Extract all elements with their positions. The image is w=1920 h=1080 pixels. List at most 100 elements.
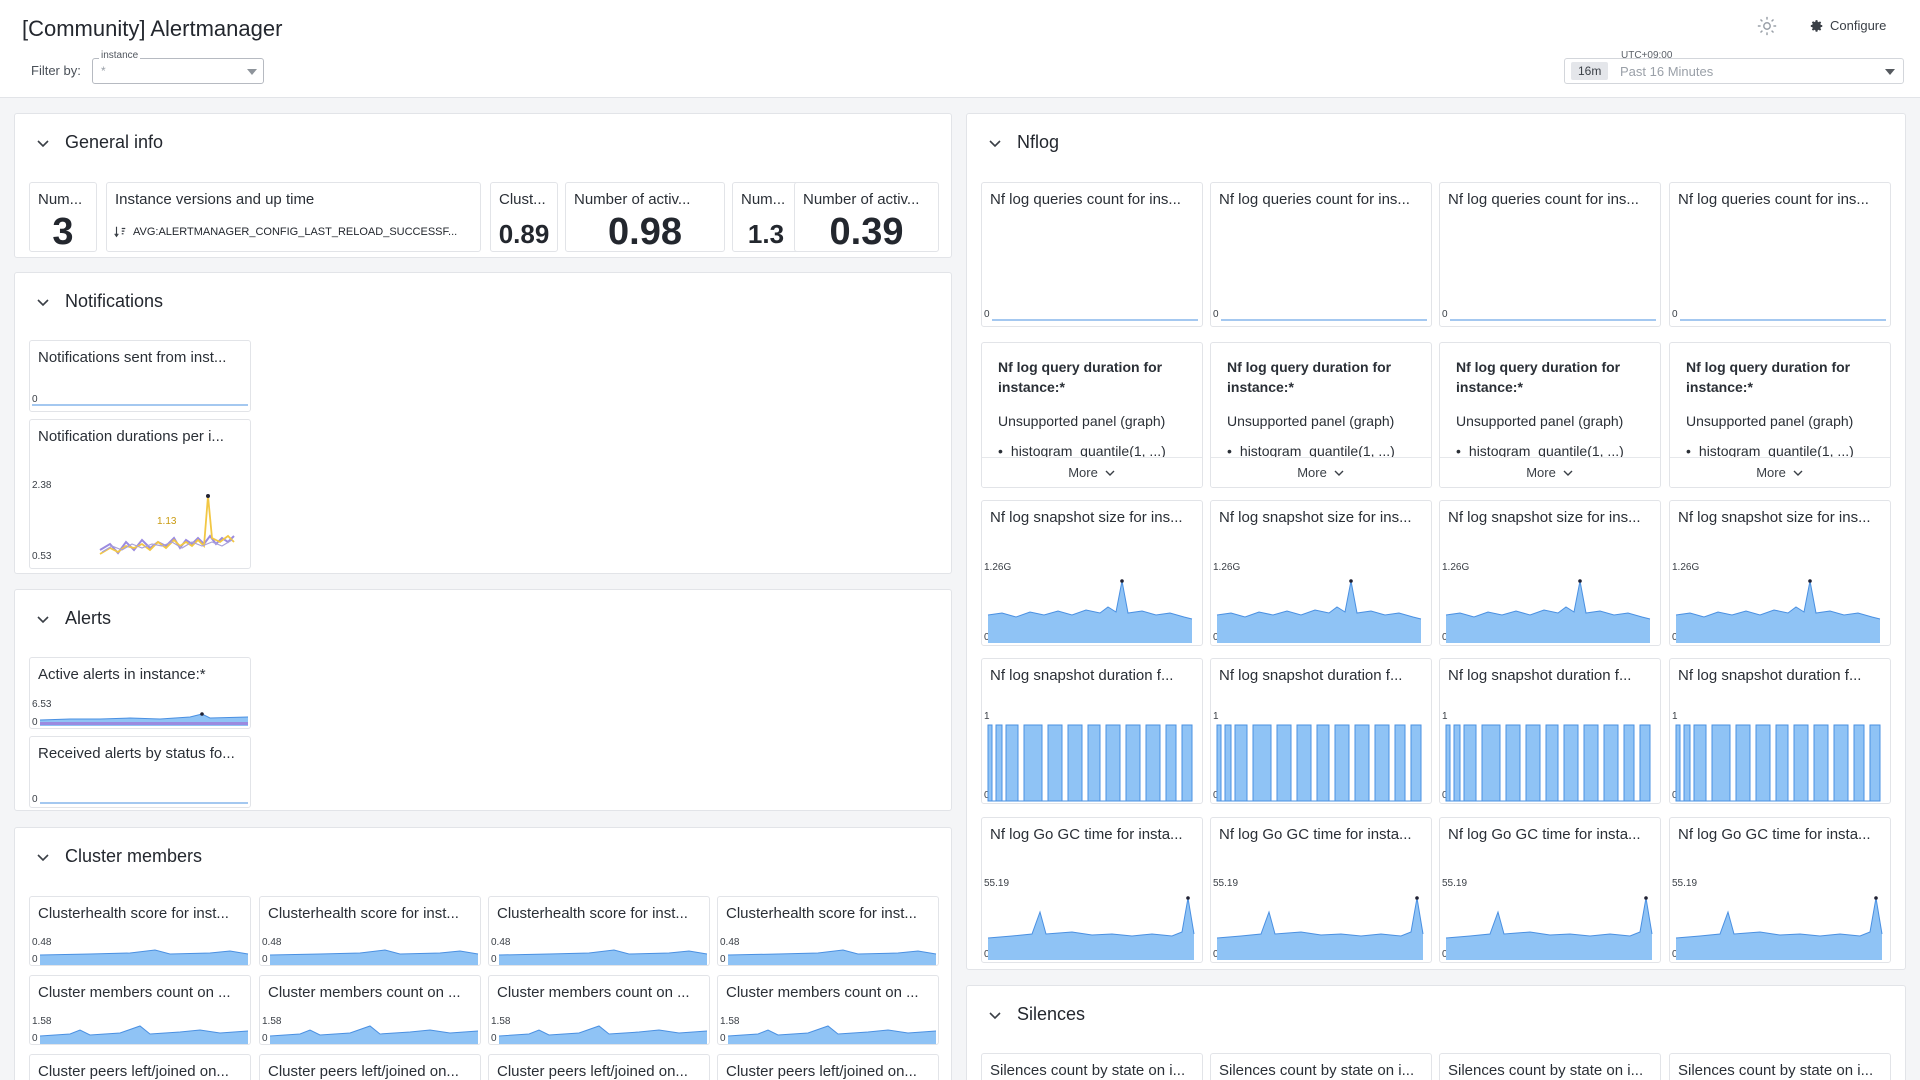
section-silences: Silences Silences count by state on i...…: [966, 985, 1906, 1080]
chart-tile[interactable]: Silences count by state on i...: [1439, 1053, 1661, 1080]
section-title: Cluster members: [65, 846, 203, 866]
chart-tile[interactable]: Active alerts in instance:* 6.53 0: [29, 657, 251, 729]
chart-tile[interactable]: Received alerts by status fo... 0: [29, 736, 251, 808]
unsupported-message: Unsupported panel (graph): [1227, 413, 1395, 429]
chart-tile[interactable]: Cluster peers left/joined on...: [29, 1054, 251, 1080]
chart-tile[interactable]: Notifications sent from inst... 0: [29, 340, 251, 412]
chart-tile[interactable]: Nf log snapshot size for ins... 1.26G 0: [1439, 500, 1661, 646]
chart-tile[interactable]: Cluster peers left/joined on...: [259, 1054, 481, 1080]
stat-tile[interactable]: Clust... 0.89: [490, 182, 558, 252]
stat-tile[interactable]: Number of activ... 0.98: [565, 182, 725, 252]
sort-icon: [114, 226, 126, 238]
chevron-down-icon: [37, 853, 49, 861]
chart-tile[interactable]: Nf log queries count for ins... 0: [1439, 182, 1661, 327]
more-button[interactable]: More: [982, 457, 1202, 487]
chart-tile[interactable]: Silences count by state on i...: [1210, 1053, 1432, 1080]
chart-tile[interactable]: Clusterhealth score for inst... 0.48 0: [488, 896, 710, 966]
unsupported-panel[interactable]: Nf log query duration for instance:* Uns…: [1669, 342, 1891, 488]
instance-filter-select[interactable]: instance *: [92, 50, 264, 84]
flat-line-chart: [1680, 319, 1886, 321]
chart-tile[interactable]: Nf log snapshot duration f... 1 0: [1439, 658, 1661, 804]
chart-tile[interactable]: Clusterhealth score for inst... 0.48 0: [29, 896, 251, 966]
chart-tile[interactable]: Notification durations per i... 2.38 0.5…: [29, 419, 251, 569]
tile-title: Nf log queries count for ins...: [1678, 191, 1869, 208]
area-chart: [498, 949, 708, 965]
tile-title: Cluster peers left/joined on...: [726, 1063, 917, 1080]
section-alerts: Alerts Active alerts in instance:* 6.53 …: [14, 589, 952, 811]
tile-title: Num...: [38, 191, 83, 208]
section-header[interactable]: Silences: [987, 1004, 1085, 1025]
area-chart: [498, 1025, 708, 1044]
more-label: More: [1756, 465, 1786, 480]
chart-tile[interactable]: Cluster members count on ... 1.58 0: [717, 975, 939, 1045]
square-wave-chart: [1216, 724, 1422, 802]
section-header[interactable]: Cluster members: [35, 846, 202, 867]
chart-tile[interactable]: Nf log snapshot size for ins... 1.26G 0: [1669, 500, 1891, 646]
more-button[interactable]: More: [1440, 457, 1660, 487]
section-header[interactable]: Alerts: [35, 608, 111, 629]
chart-tile[interactable]: Nf log snapshot size for ins... 1.26G 0: [1210, 500, 1432, 646]
tile-title: Cluster peers left/joined on...: [497, 1063, 688, 1080]
chart-tile[interactable]: Nf log snapshot duration f... 1 0: [1669, 658, 1891, 804]
flat-line-chart: [992, 319, 1198, 321]
chart-tile[interactable]: Nf log queries count for ins... 0: [981, 182, 1203, 327]
stat-tile[interactable]: Num... 3: [29, 182, 97, 252]
chart-tile[interactable]: Cluster peers left/joined on...: [717, 1054, 939, 1080]
chart-tile[interactable]: Cluster members count on ... 1.58 0: [29, 975, 251, 1045]
tile-title: Nf log snapshot duration f...: [1678, 667, 1862, 684]
chart-tile[interactable]: Clusterhealth score for inst... 0.48 0: [259, 896, 481, 966]
chart-tile[interactable]: Nf log Go GC time for insta... 55.19 0: [1669, 817, 1891, 963]
chart-tile[interactable]: Nf log queries count for ins... 0: [1210, 182, 1432, 327]
more-button[interactable]: More: [1670, 457, 1890, 487]
configure-label: Configure: [1830, 18, 1887, 33]
tile-title: Clusterhealth score for inst...: [726, 905, 917, 922]
tile-title: Nf log query duration for instance:*: [1686, 359, 1851, 395]
settings-icon[interactable]: [1756, 15, 1778, 37]
area-chart: [269, 949, 479, 965]
area-chart: [727, 949, 937, 965]
tile-title: Num...: [741, 191, 786, 208]
chart-tile[interactable]: Nf log Go GC time for insta... 55.19 0: [1210, 817, 1432, 963]
time-chip: 16m: [1571, 62, 1609, 80]
section-title: Alerts: [65, 608, 112, 628]
chart-tile[interactable]: Nf log queries count for ins... 0: [1669, 182, 1891, 327]
tile-title: Nf log snapshot duration f...: [990, 667, 1174, 684]
more-button[interactable]: More: [1211, 457, 1431, 487]
area-chart: [39, 949, 249, 965]
table-header-cell[interactable]: AVG:ALERTMANAGER_CONFIG_LAST_RELOAD_SUCC…: [113, 225, 474, 239]
section-header[interactable]: Nflog: [987, 132, 1059, 153]
versions-tile[interactable]: Instance versions and up time AVG:ALERTM…: [106, 182, 481, 252]
section-header[interactable]: Notifications: [35, 291, 163, 312]
chart-tile[interactable]: Nf log Go GC time for insta... 55.19 0: [981, 817, 1203, 963]
unsupported-panel[interactable]: Nf log query duration for instance:* Uns…: [981, 342, 1203, 488]
caret-down-icon: [247, 69, 257, 75]
stat-tile[interactable]: Number of activ... 0.39: [794, 182, 939, 252]
chart-tile[interactable]: Cluster peers left/joined on...: [488, 1054, 710, 1080]
area-chart: [727, 1025, 937, 1044]
chart-tile[interactable]: Nf log snapshot duration f... 1 0: [981, 658, 1203, 804]
tile-title: Number of activ...: [574, 191, 691, 208]
section-title: Nflog: [1017, 132, 1060, 152]
chart-tile[interactable]: Nf log snapshot size for ins... 1.26G 0: [981, 500, 1203, 646]
chart-tile[interactable]: Cluster members count on ... 1.58 0: [488, 975, 710, 1045]
time-range-picker[interactable]: 16m Past 16 Minutes: [1564, 58, 1904, 84]
instance-filter-label: instance: [99, 50, 141, 61]
section-title: General info: [65, 132, 164, 152]
square-wave-chart: [987, 724, 1193, 802]
chart-tile[interactable]: Cluster members count on ... 1.58 0: [259, 975, 481, 1045]
unsupported-panel[interactable]: Nf log query duration for instance:* Uns…: [1439, 342, 1661, 488]
chart-tile[interactable]: Nf log snapshot duration f... 1 0: [1210, 658, 1432, 804]
section-header[interactable]: General info: [35, 132, 163, 153]
area-chart: [1216, 579, 1422, 643]
area-chart: [1445, 896, 1653, 960]
unsupported-panel[interactable]: Nf log query duration for instance:* Uns…: [1210, 342, 1432, 488]
area-chart: [987, 579, 1193, 643]
chart-tile[interactable]: Silences count by state on i...: [1669, 1053, 1891, 1080]
line-chart: [99, 494, 235, 555]
chevron-down-icon: [989, 139, 1001, 147]
configure-button[interactable]: Configure: [1810, 18, 1886, 33]
chart-tile[interactable]: Nf log Go GC time for insta... 55.19 0: [1439, 817, 1661, 963]
stat-tile[interactable]: Num... 1.3: [732, 182, 800, 252]
chart-tile[interactable]: Clusterhealth score for inst... 0.48 0: [717, 896, 939, 966]
chart-tile[interactable]: Silences count by state on i...: [981, 1053, 1203, 1080]
